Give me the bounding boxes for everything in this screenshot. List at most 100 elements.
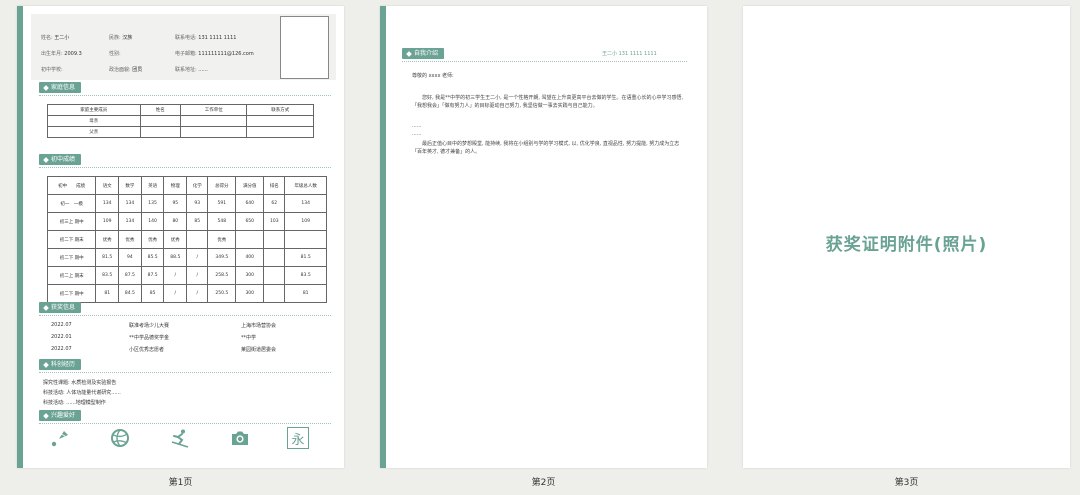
table-cell: 591 xyxy=(207,194,237,213)
grades-table: 初中 成绩 语文 数学 英语 物理 化学 总得分 满分值 排名 年级总人数 初一 一模 134 134 1… xyxy=(46,176,327,303)
diamond-icon xyxy=(43,304,49,311)
table-cell: 81.5 xyxy=(284,248,327,267)
table-cell: 父亲 xyxy=(47,126,141,138)
table-cell xyxy=(235,230,265,249)
table-header-cell: 姓名 xyxy=(139,104,181,116)
table-cell: 83.5 xyxy=(284,266,327,285)
diamond-icon xyxy=(43,361,49,368)
table-cell xyxy=(263,284,286,303)
badminton-icon xyxy=(49,427,71,449)
award-date: 2022.01 xyxy=(51,334,72,340)
camera-icon xyxy=(229,427,251,449)
attachment-title: 获奖证明附件(照片) xyxy=(825,235,988,255)
diamond-icon xyxy=(43,156,49,163)
field-gender: 性别: xyxy=(109,51,121,57)
table-cell: 优秀 xyxy=(118,230,142,249)
table-cell: 250.5 xyxy=(207,284,237,303)
section-title-family: 家庭信息 xyxy=(39,82,82,93)
table-header-cell: 排名 xyxy=(263,176,286,195)
award-name: **中学品德奖学金 xyxy=(129,335,170,341)
award-date: 2022.07 xyxy=(51,322,72,328)
table-cell: 83.5 xyxy=(95,266,120,285)
table-header-cell: 英语 xyxy=(140,176,165,195)
table-cell: 640 xyxy=(235,194,265,213)
page-2: 自我介绍 王二小 131 1111 1111 尊敬的 xxxx 老师: 您好, … xyxy=(380,6,707,468)
table-cell xyxy=(186,230,209,249)
field-ethnicity: 民族: 汉族 xyxy=(109,35,133,41)
table-cell: 84.5 xyxy=(118,284,142,303)
field-name: 姓名: 王二小 xyxy=(41,35,70,41)
accent-bar xyxy=(17,6,23,468)
table-cell: 85.5 xyxy=(140,248,165,267)
table-cell: 650 xyxy=(235,212,265,231)
table-cell: 258.5 xyxy=(207,266,237,285)
table-header-cell: 家庭主要成员 xyxy=(47,104,141,116)
page-label-2: 第2页 xyxy=(531,478,556,488)
table-cell: 85 xyxy=(140,284,165,303)
table-row: 初二下 期中 81 84.5 85//250.5 300 81 xyxy=(46,284,327,303)
table-header-row: 家庭主要成员 姓名 工作单位 联系方式 xyxy=(47,104,314,116)
table-cell: 初二下 期中 xyxy=(46,284,97,303)
table-cell xyxy=(139,126,181,138)
table-cell: 95 xyxy=(163,194,188,213)
table-cell xyxy=(246,126,314,138)
section-title-hobbies: 兴趣爱好 xyxy=(39,410,82,421)
table-cell xyxy=(246,115,314,127)
table-cell xyxy=(263,266,286,285)
table-cell: 初二下 期末 xyxy=(46,230,97,249)
family-table: 家庭主要成员 姓名 工作单位 联系方式 母亲 父亲 xyxy=(47,104,314,138)
table-cell: 109 xyxy=(95,212,120,231)
award-name: 联准考场少儿大赛 xyxy=(129,323,170,329)
section-title-awards: 获奖信息 xyxy=(39,302,82,313)
table-cell: 94 xyxy=(118,248,142,267)
table-cell: 81 xyxy=(95,284,120,303)
table-row: 初二下 期中 81.5 94 85.5 88.5/349.5 400 81.5 xyxy=(46,248,327,267)
table-row: 初三上 期中 109 134 140 80 85 548 650 103 109 xyxy=(46,212,327,231)
table-cell: 134 xyxy=(118,194,142,213)
table-row: 初二上 期末 83.5 87.5 87.5//258.5 300 83.5 xyxy=(46,266,327,285)
section-divider xyxy=(39,372,331,373)
award-issuer: 上海市场营协会 xyxy=(241,323,277,329)
table-header-cell: 总得分 xyxy=(207,176,237,195)
table-cell: 初二下 期中 xyxy=(46,248,97,267)
field-address: 联系地址: ...... xyxy=(175,67,208,73)
diamond-icon xyxy=(406,50,412,57)
contact-info: 王二小 131 1111 1111 xyxy=(602,51,657,57)
ellipsis-text: ...... xyxy=(412,131,422,137)
page-1: 姓名: 王二小 民族: 汉族 联系电话: 131 1111 1111 出生年月:… xyxy=(17,6,344,468)
table-cell: 优秀 xyxy=(140,230,165,249)
field-politics: 政治面貌: 团员 xyxy=(109,67,143,73)
page-3: 获奖证明附件(照片) xyxy=(743,6,1070,468)
experience-item: 探究性课题: 水质检测及实验报告 xyxy=(43,380,117,386)
award-date: 2022.07 xyxy=(51,346,72,352)
experience-item: 科技活动: ......地理模型制作 xyxy=(43,400,106,406)
award-issuer: 莱园街道居委会 xyxy=(241,347,277,353)
table-cell: 母亲 xyxy=(47,115,141,127)
table-header-cell: 初中 成绩 xyxy=(46,176,97,195)
table-cell: 81 xyxy=(284,284,327,303)
table-cell: / xyxy=(163,266,188,285)
section-title-experience: 科创经历 xyxy=(39,359,82,370)
table-cell: 87.5 xyxy=(118,266,142,285)
table-cell xyxy=(263,248,286,267)
photo-placeholder xyxy=(280,16,329,79)
field-phone: 联系电话: 131 1111 1111 xyxy=(175,35,237,41)
table-cell: 87.5 xyxy=(140,266,165,285)
table-cell: 93 xyxy=(186,194,209,213)
section-divider xyxy=(39,95,331,96)
table-row: 母亲 xyxy=(47,115,314,127)
table-cell xyxy=(139,115,181,127)
section-divider xyxy=(39,167,331,168)
table-cell: / xyxy=(186,248,209,267)
table-cell: / xyxy=(186,266,209,285)
closing-paragraph: 最后正值心目中的梦想殿堂, 能持续, 我将在小组别与学的学习模式, 以, 优化学… xyxy=(412,141,680,155)
table-cell xyxy=(263,230,286,249)
ellipsis-text: ...... xyxy=(412,123,422,129)
table-cell: 109 xyxy=(284,212,327,231)
page-label-1: 第1页 xyxy=(168,478,193,488)
table-header-cell: 化学 xyxy=(186,176,209,195)
table-header-cell: 满分值 xyxy=(235,176,265,195)
field-school: 初中学校: xyxy=(41,67,63,73)
field-birth: 出生年月: 2009.3 xyxy=(41,51,82,57)
table-cell: 134 xyxy=(95,194,120,213)
